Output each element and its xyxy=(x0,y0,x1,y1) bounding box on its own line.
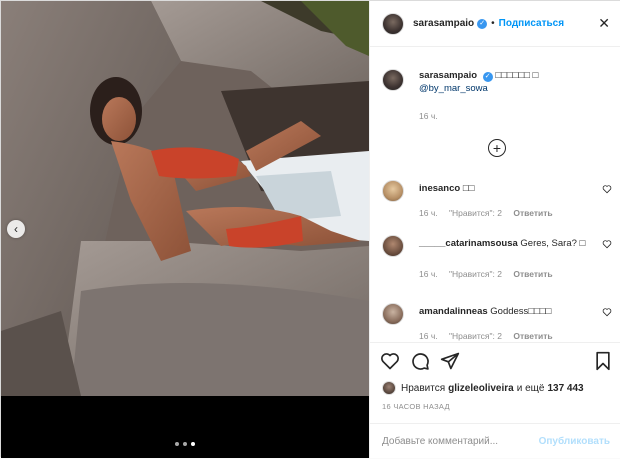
carousel-dot xyxy=(175,442,179,446)
comment-meta: 16 ч. "Нравится": 2 Ответить xyxy=(419,208,562,218)
instagram-post-modal: ‹ sarasampaio ✓ • Подписаться ✕ sarasamp… xyxy=(0,0,620,458)
plus-icon: + xyxy=(492,140,502,156)
likes-count[interactable]: 137 443 xyxy=(547,383,583,394)
comment-time: 16 ч. xyxy=(419,269,438,279)
comment-text: _____catarinamsousa Geres, Sara? □ xyxy=(419,237,589,250)
post-actions: Нравится glizeleoliveira и ещё 137 443 1… xyxy=(370,342,620,458)
heart-outline-icon[interactable] xyxy=(602,239,612,249)
comment-text: inesanco □□ xyxy=(419,182,589,195)
carousel-indicator xyxy=(1,442,369,446)
follow-button[interactable]: Подписаться xyxy=(499,18,564,29)
post-sidebar: sarasampaio ✓ • Подписаться ✕ sarasampai… xyxy=(369,1,620,458)
likes-prefix: Нравится xyxy=(401,382,446,394)
commenter-avatar[interactable] xyxy=(382,180,404,202)
post-timestamp: 16 ЧАСОВ НАЗАД xyxy=(382,402,450,411)
share-icon[interactable] xyxy=(440,351,460,371)
heart-icon[interactable] xyxy=(380,351,400,371)
publish-button[interactable]: Опубликовать xyxy=(539,436,610,447)
carousel-dot-active xyxy=(191,442,195,446)
carousel-dot xyxy=(183,442,187,446)
chevron-left-icon: ‹ xyxy=(14,222,18,236)
comment-meta: 16 ч. "Нравится": 2 Ответить xyxy=(419,269,562,279)
add-comment-bar: Опубликовать xyxy=(370,423,620,459)
separator-dot: • xyxy=(491,18,495,29)
likes-suffix: и ещё xyxy=(516,382,545,394)
reply-button[interactable]: Ответить xyxy=(513,331,552,341)
reply-button[interactable]: Ответить xyxy=(513,269,552,279)
caption-avatar[interactable] xyxy=(382,69,404,91)
carousel-prev-button[interactable]: ‹ xyxy=(7,220,25,238)
comment-like-count[interactable]: "Нравится": 2 xyxy=(449,208,502,218)
heart-outline-icon[interactable] xyxy=(602,184,612,194)
likes-summary: Нравится glizeleoliveira и ещё 137 443 xyxy=(382,381,587,395)
close-icon[interactable]: ✕ xyxy=(598,15,610,32)
save-button[interactable] xyxy=(594,351,612,371)
liker-username[interactable]: glizeleoliveira xyxy=(448,383,514,394)
author-avatar[interactable] xyxy=(382,12,404,35)
bookmark-icon xyxy=(596,351,610,371)
caption-timestamp: 16 ч. xyxy=(419,111,438,121)
caption-mention-link[interactable]: @by_mar_sowa xyxy=(419,82,614,95)
heart-outline-icon[interactable] xyxy=(602,307,612,317)
comment-meta: 16 ч. "Нравится": 2 Ответить xyxy=(419,331,562,341)
comment-like-count[interactable]: "Нравится": 2 xyxy=(449,269,502,279)
load-more-comments-button[interactable]: + xyxy=(488,139,506,157)
comment-username[interactable]: _____catarinamsousa xyxy=(419,238,518,249)
verified-badge-icon: ✓ xyxy=(477,18,488,29)
post-photo xyxy=(1,1,369,396)
comment-time: 16 ч. xyxy=(419,331,438,341)
comment-body: □□ xyxy=(462,183,475,194)
comment-icon[interactable] xyxy=(410,351,430,371)
action-icons xyxy=(380,351,460,371)
comments-list: sarasampaio ✓ □□□□□□ □ @by_mar_sowa 16 ч… xyxy=(370,47,620,342)
reply-button[interactable]: Ответить xyxy=(513,208,552,218)
post-media: ‹ xyxy=(1,1,369,458)
comment-username[interactable]: inesanco xyxy=(419,183,460,194)
comment-username[interactable]: amandalinneas xyxy=(419,306,488,317)
comment-time: 16 ч. xyxy=(419,208,438,218)
liker-avatar[interactable] xyxy=(382,381,396,395)
comment-body: Goddess□□□□ xyxy=(490,306,552,317)
comment-text: amandalinneas Goddess□□□□ xyxy=(419,305,589,318)
comment-like-count[interactable]: "Нравится": 2 xyxy=(449,331,502,341)
comment-body: Geres, Sara? □ xyxy=(520,238,586,249)
author-username[interactable]: sarasampaio xyxy=(413,18,474,29)
caption-body: □□□□□□ □ xyxy=(495,70,539,81)
comment-input[interactable] xyxy=(382,436,532,447)
commenter-avatar[interactable] xyxy=(382,303,404,325)
caption-text: sarasampaio ✓ □□□□□□ □ @by_mar_sowa xyxy=(419,69,614,95)
verified-badge-icon: ✓ xyxy=(482,72,493,82)
post-header: sarasampaio ✓ • Подписаться ✕ xyxy=(370,1,620,47)
commenter-avatar[interactable] xyxy=(382,235,404,257)
caption-username[interactable]: sarasampaio xyxy=(419,70,477,81)
